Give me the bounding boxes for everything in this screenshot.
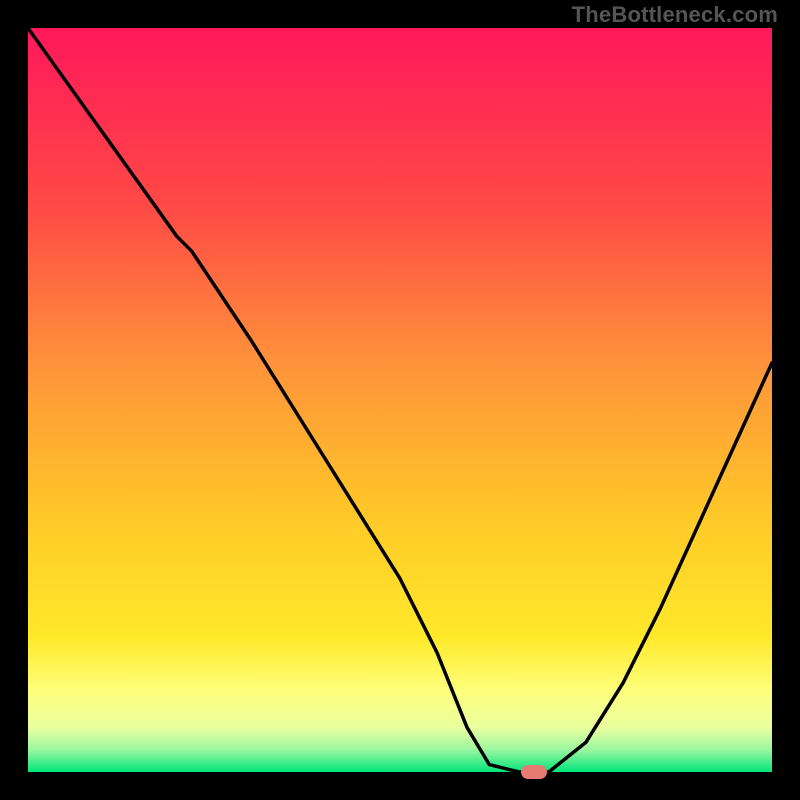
- attribution-text: TheBottleneck.com: [572, 2, 778, 28]
- plot-area: [28, 28, 772, 772]
- bottleneck-curve: [28, 28, 772, 772]
- chart-frame: TheBottleneck.com: [0, 0, 800, 800]
- optimal-marker: [521, 765, 547, 779]
